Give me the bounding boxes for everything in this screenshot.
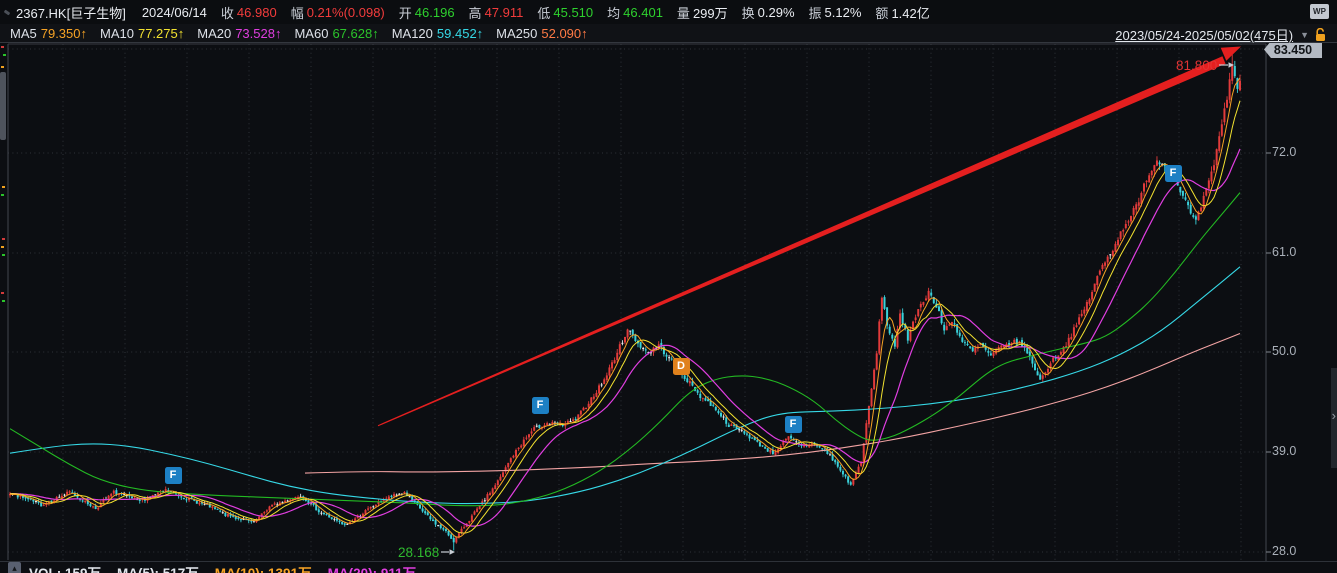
window-mode-label: WP [1313,7,1326,16]
left-panel-speck [2,186,5,188]
trend-arrow-head [1221,47,1241,61]
left-panel-speck [1,292,4,294]
event-marker-f[interactable]: F [532,397,549,414]
corner-mark-icon [4,9,11,15]
quote-field: 收46.980 [221,3,277,22]
collapse-pane-icon[interactable]: ▴ [8,562,21,573]
date-range-control[interactable]: 2023/05/24-2025/05/02(475日) ▼ [1115,25,1327,44]
ma-line-ma5 [10,78,1240,537]
window-mode-icon[interactable]: WP [1310,4,1329,19]
vol-ma10-value: MA(10): 1391万 [215,562,312,573]
left-panel-speck [2,238,5,240]
stock-symbol: 2367.HK[巨子生物] [16,3,126,22]
left-panel-speck [2,300,5,302]
ma-line-ma60 [10,193,1240,506]
candlestick-chart[interactable] [0,0,1337,573]
vol-value: VOL: 159万 [29,562,101,573]
ma-value-ma20: MA2073.528↑ [197,26,281,41]
left-panel-sliver [0,44,7,314]
left-panel-speck [1,246,4,248]
quote-field: 高47.911 [469,3,524,22]
quote-date: 2024/06/14 [142,5,207,20]
vol-ma20-value: MA(20): 911万 [328,562,417,573]
quote-field: 振5.12% [809,3,862,22]
quote-field: 幅0.21%(0.098) [291,3,385,22]
quote-field: 量299万 [677,3,728,22]
right-panel-expander-icon[interactable]: › [1332,408,1336,423]
quote-field: 开46.196 [399,3,455,22]
date-range-text[interactable]: 2023/05/24-2025/05/02(475日) [1115,25,1293,44]
event-marker-f[interactable]: F [165,467,182,484]
ma-line-ma120 [10,267,1240,504]
stock-chart-app: 83.45072.061.050.039.028.0FFDFF28.16881.… [0,0,1337,573]
quote-field: 换0.29% [742,3,795,22]
event-marker-f[interactable]: F [1165,165,1182,182]
quote-field: 均46.401 [607,3,663,22]
left-panel-speck [1,194,4,196]
volume-pane-header: ▴ VOL: 159万 MA(5): 517万 MA(10): 1391万 MA… [0,561,1337,573]
left-panel-speck [2,254,5,256]
quote-field: 额1.42亿 [875,3,929,22]
left-panel-speck [1,66,4,68]
quote-field: 低45.510 [537,3,593,22]
chevron-down-icon[interactable]: ▼ [1300,30,1309,40]
vol-ma5-value: MA(5): 517万 [117,562,199,573]
quote-fields: 收46.980 幅0.21%(0.098) 开46.196 高47.911 低45.51… [221,3,944,22]
quote-header: 2367.HK[巨子生物] 2024/06/14 收46.980 幅0.21%(0… [0,0,1337,24]
left-panel-scroll-thumb [0,72,6,140]
ma-value-ma10: MA1077.275↑ [100,26,184,41]
ma-value-ma5: MA579.350↑ [10,26,87,41]
ma-value-ma250: MA25052.090↑ [496,26,587,41]
ma-value-ma60: MA6067.628↑ [294,26,378,41]
ma-indicator-bar: MA579.350↑ MA1077.275↑ MA2073.528↑ MA6067.6… [0,24,1337,43]
left-panel-speck [1,46,4,48]
ma-value-ma120: MA12059.452↑ [392,26,483,41]
event-marker-d[interactable]: D [673,358,690,375]
left-panel-speck [3,54,6,56]
ma-values: MA579.350↑ MA1077.275↑ MA2073.528↑ MA6067.6… [10,26,601,41]
event-marker-f[interactable]: F [785,416,802,433]
unlock-icon[interactable] [1314,28,1327,42]
trend-arrow-shaft [378,56,1226,426]
